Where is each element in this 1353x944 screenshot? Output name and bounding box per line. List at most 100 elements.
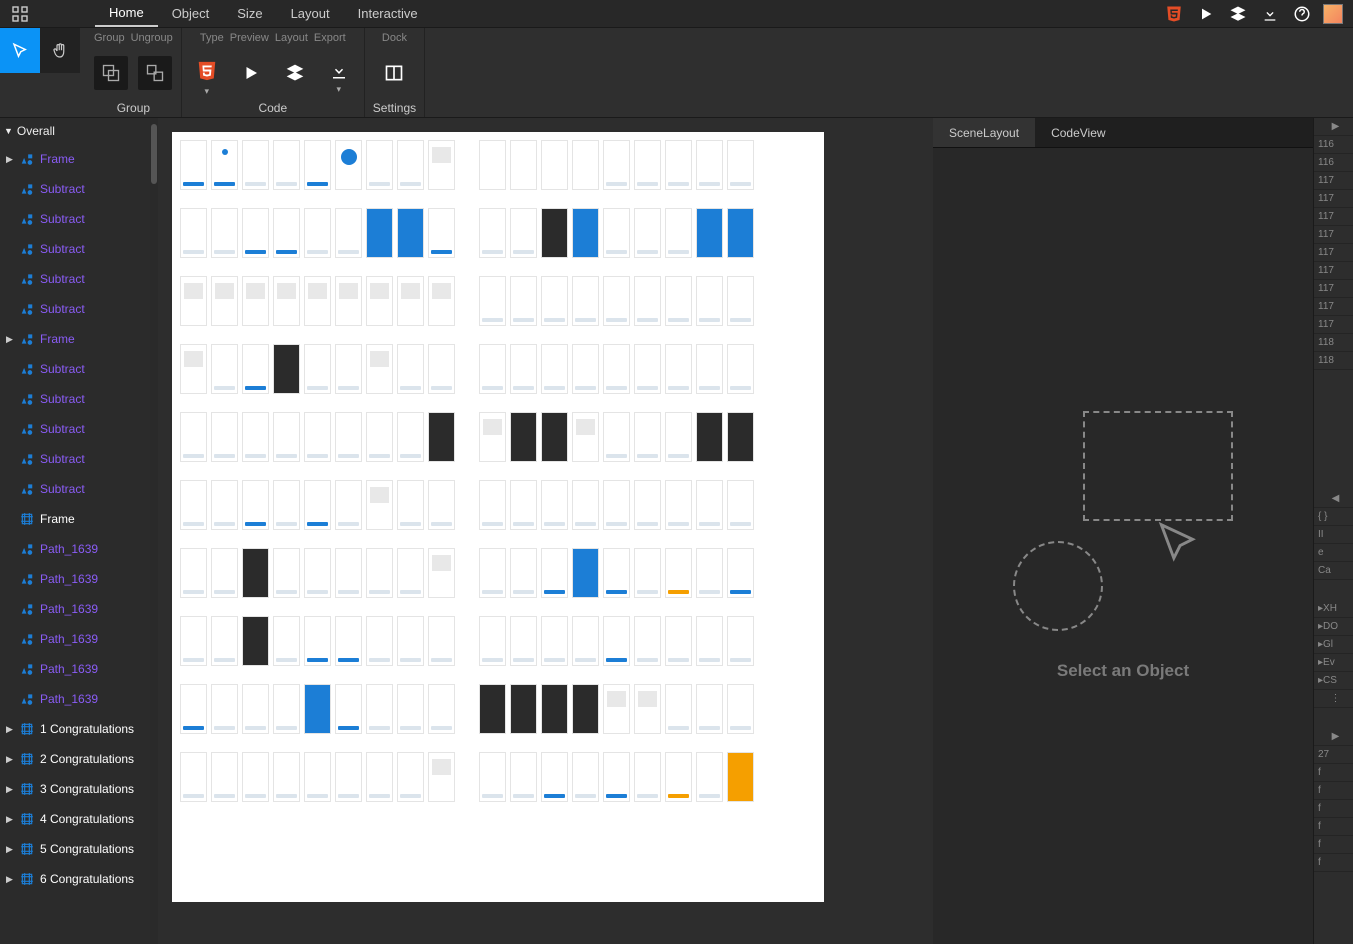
gutter-item[interactable]: ▶ [1314, 728, 1353, 746]
gutter-item[interactable]: 118 [1314, 334, 1353, 352]
layer-row[interactable]: Subtract [0, 294, 150, 324]
artboard-thumbnail[interactable] [242, 344, 269, 394]
design-canvas[interactable] [158, 118, 933, 944]
artboard-thumbnail[interactable] [572, 548, 599, 598]
app-menu-icon[interactable] [0, 0, 40, 27]
artboard-thumbnail[interactable] [541, 140, 568, 190]
artboard-thumbnail[interactable] [180, 480, 207, 530]
artboard-thumbnail[interactable] [366, 480, 393, 530]
scrollbar-thumb[interactable] [151, 124, 157, 184]
artboard-thumbnail[interactable] [696, 548, 723, 598]
artboard-thumbnail[interactable] [665, 548, 692, 598]
layer-row[interactable]: ▶1 Congratulations [0, 714, 150, 744]
artboard-thumbnail[interactable] [273, 208, 300, 258]
artboard-thumbnail[interactable] [180, 412, 207, 462]
gutter-item[interactable]: f [1314, 818, 1353, 836]
gutter-item[interactable]: 117 [1314, 244, 1353, 262]
artboard-thumbnail[interactable] [665, 616, 692, 666]
layer-row[interactable]: ▶3 Congratulations [0, 774, 150, 804]
artboard-thumbnail[interactable] [211, 276, 238, 326]
gutter-item[interactable]: 27 [1314, 746, 1353, 764]
artboard-thumbnail[interactable] [397, 548, 424, 598]
artboard-thumbnail[interactable] [572, 276, 599, 326]
gutter-item[interactable]: f [1314, 764, 1353, 782]
layer-row[interactable]: ▶4 Congratulations [0, 804, 150, 834]
gutter-item[interactable]: ▸XH [1314, 600, 1353, 618]
artboard-thumbnail[interactable] [335, 616, 362, 666]
layer-row[interactable]: Subtract [0, 264, 150, 294]
gutter-item[interactable]: { } [1314, 508, 1353, 526]
artboard-thumbnail[interactable] [273, 684, 300, 734]
artboard-thumbnail[interactable] [665, 344, 692, 394]
gutter-item[interactable]: ▶ [1314, 118, 1353, 136]
artboard-thumbnail[interactable] [180, 616, 207, 666]
artboard-thumbnail[interactable] [696, 412, 723, 462]
artboard-thumbnail[interactable] [727, 140, 754, 190]
gutter-item[interactable]: II [1314, 526, 1353, 544]
artboard-thumbnail[interactable] [634, 684, 661, 734]
group-button[interactable] [94, 56, 128, 90]
artboard-thumbnail[interactable] [211, 616, 238, 666]
artboard-thumbnail[interactable] [696, 344, 723, 394]
layer-row[interactable]: Subtract [0, 384, 150, 414]
artboard-thumbnail[interactable] [397, 480, 424, 530]
artboard-thumbnail[interactable] [397, 616, 424, 666]
artboard-thumbnail[interactable] [727, 480, 754, 530]
gutter-item[interactable]: f [1314, 854, 1353, 872]
artboard-thumbnail[interactable] [727, 548, 754, 598]
artboard-thumbnail[interactable] [510, 752, 537, 802]
artboard-thumbnail[interactable] [510, 208, 537, 258]
artboard-thumbnail[interactable] [603, 276, 630, 326]
artboard-thumbnail[interactable] [665, 140, 692, 190]
artboard-thumbnail[interactable] [304, 548, 331, 598]
artboard-thumbnail[interactable] [273, 276, 300, 326]
artboard-thumbnail[interactable] [397, 684, 424, 734]
panel-tab-codeview[interactable]: CodeView [1035, 118, 1121, 147]
artboard-thumbnail[interactable] [510, 140, 537, 190]
artboard-thumbnail[interactable] [211, 412, 238, 462]
gutter-item[interactable]: 116 [1314, 154, 1353, 172]
artboard-thumbnail[interactable] [572, 344, 599, 394]
artboard-thumbnail[interactable] [696, 276, 723, 326]
layer-row[interactable]: Subtract [0, 414, 150, 444]
artboard-thumbnail[interactable] [211, 752, 238, 802]
gutter-item[interactable]: ◀ [1314, 490, 1353, 508]
artboard-thumbnail[interactable] [510, 616, 537, 666]
artboard-thumbnail[interactable] [397, 412, 424, 462]
artboard-thumbnail[interactable] [335, 276, 362, 326]
artboard-thumbnail[interactable] [510, 480, 537, 530]
artboard-thumbnail[interactable] [541, 548, 568, 598]
artboard-thumbnail[interactable] [510, 548, 537, 598]
artboard-thumbnail[interactable] [634, 480, 661, 530]
artboard-thumbnail[interactable] [479, 412, 506, 462]
artboard-thumbnail[interactable] [572, 412, 599, 462]
artboard-thumbnail[interactable] [335, 480, 362, 530]
artboard-thumbnail[interactable] [428, 140, 455, 190]
artboard-thumbnail[interactable] [603, 616, 630, 666]
gutter-item[interactable]: e [1314, 544, 1353, 562]
artboard-thumbnail[interactable] [572, 480, 599, 530]
gutter-item[interactable]: ▸Gl [1314, 636, 1353, 654]
layer-row[interactable]: Subtract [0, 204, 150, 234]
artboard-thumbnail[interactable] [479, 616, 506, 666]
artboard-thumbnail[interactable] [603, 480, 630, 530]
layer-row[interactable]: ▶Frame [0, 144, 150, 174]
artboard-thumbnail[interactable] [180, 140, 207, 190]
artboard-thumbnail[interactable] [634, 344, 661, 394]
artboard-thumbnail[interactable] [397, 752, 424, 802]
artboard-thumbnail[interactable] [696, 616, 723, 666]
layer-row[interactable]: Path_1639 [0, 684, 150, 714]
ungroup-button[interactable] [138, 56, 172, 90]
artboard-thumbnail[interactable] [603, 140, 630, 190]
artboard-thumbnail[interactable] [541, 480, 568, 530]
artboard-thumbnail[interactable] [603, 548, 630, 598]
artboard-thumbnail[interactable] [242, 140, 269, 190]
artboard-thumbnail[interactable] [211, 684, 238, 734]
hierarchy-header[interactable]: ▼Overall [0, 118, 150, 144]
artboard-thumbnail[interactable] [727, 208, 754, 258]
artboard-thumbnail[interactable] [479, 480, 506, 530]
artboard-thumbnail[interactable] [335, 548, 362, 598]
main-tab-home[interactable]: Home [95, 0, 158, 27]
artboard-thumbnail[interactable] [273, 548, 300, 598]
artboard-thumbnail[interactable] [335, 412, 362, 462]
